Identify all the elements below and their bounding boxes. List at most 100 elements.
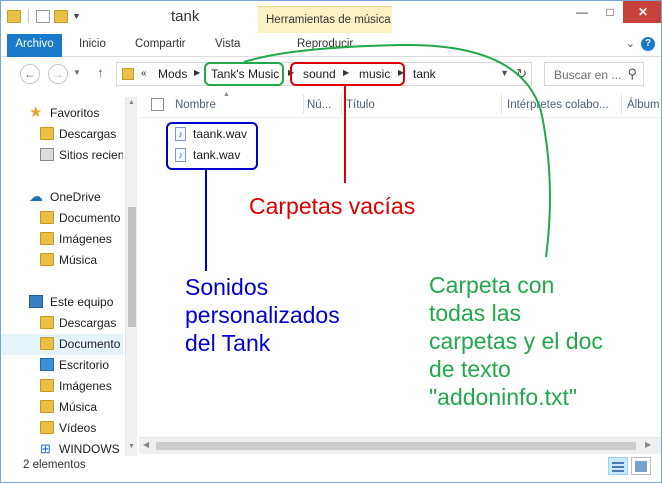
annotation-line-text: carpetas y el doc (429, 328, 603, 354)
new-folder-icon[interactable] (54, 9, 68, 23)
column-separator[interactable] (303, 94, 304, 114)
help-icon[interactable]: ? (641, 37, 655, 51)
maximize-button[interactable]: □ (597, 1, 623, 23)
folder-icon (40, 232, 54, 245)
tab-share[interactable]: Compartir (135, 38, 185, 50)
search-input[interactable]: Buscar en ... (554, 68, 621, 82)
forward-button[interactable]: → (48, 64, 68, 84)
sidebar-item-label: Documento (59, 211, 121, 225)
sidebar-item-label: Documento (59, 337, 121, 351)
minimize-button[interactable]: — (567, 1, 597, 23)
address-history-dropdown[interactable]: ▼ (500, 68, 509, 78)
details-view-button[interactable] (608, 457, 628, 475)
annotation-box-empty-folders (290, 62, 405, 86)
column-album[interactable]: Álbum (627, 99, 660, 111)
column-headers: ▲ Nombre Nú... Título Intérpretes colabo… (139, 90, 661, 118)
sidebar-item-label: Música (59, 400, 98, 414)
cloud-icon: ☁ (29, 188, 43, 204)
sidebar-item-pc-documents[interactable]: Documento (1, 334, 123, 355)
annotation-line-text: de texto (429, 356, 511, 382)
annotation-main-folder: Carpeta con todas las carpetas y el doc … (429, 271, 603, 411)
sidebar-item-onedrive[interactable]: ☁ OneDrive (1, 187, 123, 208)
tab-file[interactable]: Archivo (7, 34, 62, 57)
scrollbar-thumb[interactable] (156, 442, 636, 450)
large-icons-view-button[interactable] (631, 457, 651, 475)
sidebar-item-label: Imágenes (59, 379, 112, 393)
contextual-tab-music-tools: Herramientas de música (258, 6, 392, 33)
scroll-right-icon[interactable]: ▶ (645, 440, 651, 449)
sidebar-item-label: OneDrive (50, 190, 101, 204)
quick-access-toolbar: ▼ (7, 9, 81, 23)
horizontal-scrollbar[interactable]: ◀ ▶ (139, 437, 661, 454)
sidebar-item-pc-downloads[interactable]: Descargas (1, 313, 123, 334)
sidebar-item-pc-pictures[interactable]: Imágenes (1, 376, 123, 397)
folder-icon (40, 127, 54, 140)
star-icon: ★ (29, 104, 43, 121)
recent-places-icon (40, 148, 54, 161)
customize-toolbar-icon[interactable]: ▼ (72, 11, 81, 21)
details-view-icon (612, 462, 624, 464)
breadcrumb-mods[interactable]: Mods (158, 67, 187, 81)
select-all-checkbox[interactable] (151, 98, 164, 111)
title-bar: ▼ tank Herramientas de música — □ ✕ (1, 1, 661, 33)
annotation-line-text: "addoninfo.txt" (429, 384, 578, 410)
sidebar-item-recent-places[interactable]: Sitios recien (1, 145, 123, 166)
annotation-line-text: personalizados (185, 302, 340, 328)
sidebar-item-downloads[interactable]: Descargas (1, 124, 123, 145)
folder-icon (7, 9, 21, 23)
chevron-right-icon[interactable]: ▶ (194, 68, 200, 77)
sidebar-item-this-pc[interactable]: Este equipo (1, 292, 123, 313)
folder-icon (40, 316, 54, 329)
column-contributing-artists[interactable]: Intérpretes colabo... (507, 99, 609, 111)
scroll-down-icon[interactable]: ▼ (128, 443, 135, 450)
sidebar-item-favorites[interactable]: ★ Favoritos (1, 103, 123, 124)
column-separator[interactable] (341, 94, 342, 114)
sidebar-item-label: Este equipo (50, 295, 114, 309)
column-separator[interactable] (621, 94, 622, 114)
annotation-box-main-folder (204, 62, 284, 86)
recent-locations-dropdown[interactable]: ▼ (73, 68, 81, 77)
tab-home[interactable]: Inicio (79, 38, 106, 50)
tab-view[interactable]: Vista (215, 38, 240, 50)
annotation-line-text: Sonidos (185, 274, 269, 300)
close-button[interactable]: ✕ (623, 1, 661, 23)
properties-icon[interactable] (36, 9, 50, 23)
up-button[interactable]: ↑ (97, 65, 104, 80)
column-title[interactable]: Título (346, 99, 375, 111)
ribbon-controls: ⌄ ? (626, 37, 655, 51)
search-icon[interactable]: ⚲ (627, 66, 637, 82)
annotation-line-text: Carpeta con (429, 272, 555, 298)
search-box[interactable]: Buscar en ... ⚲ (544, 62, 644, 86)
sidebar-scrollbar[interactable]: ▲ ▼ (125, 97, 137, 457)
sidebar-item-label: Vídeos (59, 421, 97, 435)
desktop-icon (40, 358, 54, 371)
breadcrumb-overflow[interactable]: « (141, 68, 147, 79)
folder-icon (40, 211, 54, 224)
sidebar-item-pc-music[interactable]: Música (1, 397, 123, 418)
scrollbar-thumb[interactable] (128, 207, 136, 327)
sidebar-item-pc-desktop[interactable]: Escritorio (1, 355, 123, 376)
annotation-line-text: todas las (429, 300, 522, 326)
sidebar-item-onedrive-documents[interactable]: Documento (1, 208, 123, 229)
sidebar-item-onedrive-music[interactable]: Música (1, 250, 123, 271)
back-button[interactable]: ← (20, 64, 40, 84)
refresh-icon[interactable]: ↻ (516, 66, 527, 82)
sidebar-item-pc-videos[interactable]: Vídeos (1, 418, 123, 439)
details-view-icon (612, 470, 624, 472)
column-separator[interactable] (501, 94, 502, 114)
breadcrumb-tank[interactable]: tank (413, 67, 436, 81)
scroll-left-icon[interactable]: ◀ (143, 440, 149, 449)
sidebar-item-onedrive-pictures[interactable]: Imágenes (1, 229, 123, 250)
column-name[interactable]: Nombre (175, 99, 216, 111)
sidebar-item-label: Descargas (59, 127, 117, 141)
column-number[interactable]: Nú... (307, 99, 331, 111)
toolbar-separator (28, 9, 29, 23)
windows-drive-icon: ⊞ (40, 441, 51, 456)
ribbon-tabs: Archivo Inicio Compartir Vista Reproduci… (1, 33, 661, 57)
folder-icon (40, 337, 54, 350)
window-title: tank (171, 8, 200, 25)
scroll-up-icon[interactable]: ▲ (128, 99, 135, 106)
sidebar-item-label: Escritorio (59, 358, 110, 372)
tab-play[interactable]: Reproducir (297, 38, 353, 50)
expand-ribbon-icon[interactable]: ⌄ (626, 37, 635, 51)
